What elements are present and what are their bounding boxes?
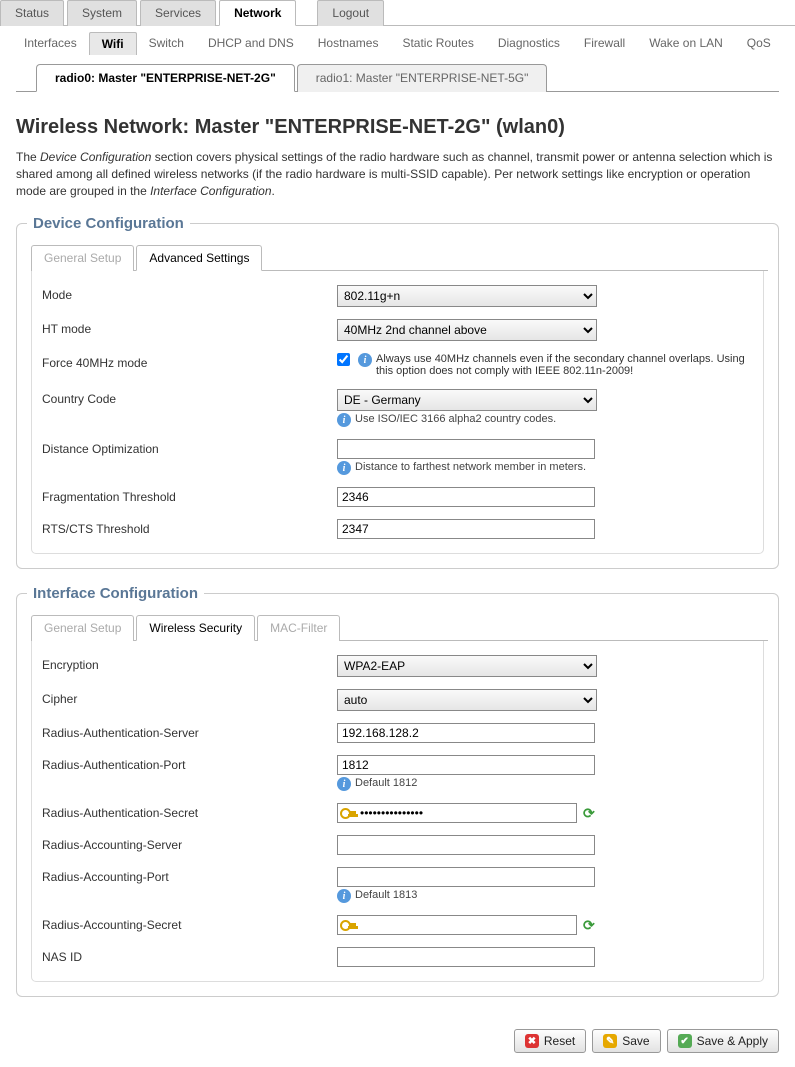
subtab-interfaces[interactable]: Interfaces	[12, 32, 89, 55]
input-authserver[interactable]	[337, 723, 595, 743]
label-acctserver: Radius-Accounting-Server	[42, 835, 337, 852]
label-rts: RTS/CTS Threshold	[42, 519, 337, 536]
select-mode[interactable]: 802.11g+n	[337, 285, 597, 307]
input-nasid[interactable]	[337, 947, 595, 967]
interface-tab-general[interactable]: General Setup	[31, 615, 134, 641]
interface-tab-mac[interactable]: MAC-Filter	[257, 615, 340, 641]
label-force40: Force 40MHz mode	[42, 353, 337, 370]
radio-tab-0[interactable]: radio0: Master "ENTERPRISE-NET-2G"	[36, 64, 295, 92]
interface-tab-security[interactable]: Wireless Security	[136, 615, 255, 641]
device-inner-tabs: General Setup Advanced Settings	[31, 244, 768, 271]
tab-logout[interactable]: Logout	[317, 0, 384, 26]
subtab-wol[interactable]: Wake on LAN	[637, 32, 735, 55]
input-rts[interactable]	[337, 519, 595, 539]
reveal-icon[interactable]: ⟳	[583, 917, 595, 934]
save-button[interactable]: ✎Save	[592, 1029, 660, 1053]
select-cipher[interactable]: auto	[337, 689, 597, 711]
device-tab-general[interactable]: General Setup	[31, 245, 134, 271]
reveal-icon[interactable]: ⟳	[583, 805, 595, 822]
tab-status[interactable]: Status	[0, 0, 64, 26]
input-acctsecret[interactable]	[337, 915, 577, 935]
subtab-dhcp[interactable]: DHCP and DNS	[196, 32, 306, 55]
device-configuration-fieldset: Device Configuration General Setup Advan…	[16, 215, 779, 569]
label-authsecret: Radius-Authentication-Secret	[42, 803, 337, 820]
label-acctsecret: Radius-Accounting-Secret	[42, 915, 337, 932]
input-authport[interactable]	[337, 755, 595, 775]
hint-authport: Default 1812	[355, 777, 417, 789]
key-icon	[340, 917, 356, 933]
label-country: Country Code	[42, 389, 337, 406]
radio-tabs: radio0: Master "ENTERPRISE-NET-2G" radio…	[16, 63, 779, 92]
info-icon: i	[358, 353, 372, 367]
label-cipher: Cipher	[42, 689, 337, 706]
hint-country: Use ISO/IEC 3166 alpha2 country codes.	[355, 413, 556, 425]
sub-tabs: Interfaces Wifi Switch DHCP and DNS Host…	[0, 26, 795, 55]
action-buttons: ✖Reset ✎Save ✔Save & Apply	[0, 1025, 795, 1067]
reset-icon: ✖	[525, 1034, 539, 1048]
hint-distance: Distance to farthest network member in m…	[355, 461, 586, 473]
label-distance: Distance Optimization	[42, 439, 337, 456]
info-icon: i	[337, 413, 351, 427]
tab-system[interactable]: System	[67, 0, 137, 26]
select-encryption[interactable]: WPA2-EAP	[337, 655, 597, 677]
label-authport: Radius-Authentication-Port	[42, 755, 337, 772]
label-frag: Fragmentation Threshold	[42, 487, 337, 504]
subtab-switch[interactable]: Switch	[137, 32, 196, 55]
input-authsecret[interactable]	[337, 803, 577, 823]
interface-configuration-legend: Interface Configuration	[27, 585, 204, 602]
label-acctport: Radius-Accounting-Port	[42, 867, 337, 884]
subtab-diagnostics[interactable]: Diagnostics	[486, 32, 572, 55]
subtab-firewall[interactable]: Firewall	[572, 32, 637, 55]
radio-tab-1[interactable]: radio1: Master "ENTERPRISE-NET-5G"	[297, 64, 548, 92]
device-tab-advanced[interactable]: Advanced Settings	[136, 245, 262, 271]
info-icon: i	[337, 777, 351, 791]
tab-network[interactable]: Network	[219, 0, 296, 26]
subtab-wifi[interactable]: Wifi	[89, 32, 137, 55]
interface-inner-tabs: General Setup Wireless Security MAC-Filt…	[31, 614, 768, 641]
hint-force40: Always use 40MHz channels even if the se…	[376, 353, 753, 377]
label-nasid: NAS ID	[42, 947, 337, 964]
input-frag[interactable]	[337, 487, 595, 507]
info-icon: i	[337, 461, 351, 475]
page-title: Wireless Network: Master "ENTERPRISE-NET…	[16, 116, 779, 139]
info-icon: i	[337, 889, 351, 903]
subtab-staticroutes[interactable]: Static Routes	[390, 32, 485, 55]
label-authserver: Radius-Authentication-Server	[42, 723, 337, 740]
label-encryption: Encryption	[42, 655, 337, 672]
label-htmode: HT mode	[42, 319, 337, 336]
subtab-hostnames[interactable]: Hostnames	[306, 32, 391, 55]
subtab-qos[interactable]: QoS	[735, 32, 783, 55]
input-acctserver[interactable]	[337, 835, 595, 855]
hint-acctport: Default 1813	[355, 889, 417, 901]
input-distance[interactable]	[337, 439, 595, 459]
tab-services[interactable]: Services	[140, 0, 216, 26]
reset-button[interactable]: ✖Reset	[514, 1029, 586, 1053]
main-tabs: Status System Services Network Logout	[0, 0, 795, 26]
apply-icon: ✔	[678, 1034, 692, 1048]
checkbox-force40[interactable]	[337, 353, 350, 366]
input-acctport[interactable]	[337, 867, 595, 887]
save-apply-button[interactable]: ✔Save & Apply	[667, 1029, 779, 1053]
interface-configuration-fieldset: Interface Configuration General Setup Wi…	[16, 585, 779, 997]
device-configuration-legend: Device Configuration	[27, 215, 190, 232]
key-icon	[340, 805, 356, 821]
save-icon: ✎	[603, 1034, 617, 1048]
label-mode: Mode	[42, 285, 337, 302]
page-description: The Device Configuration section covers …	[16, 149, 779, 199]
select-country[interactable]: DE - Germany	[337, 389, 597, 411]
select-htmode[interactable]: 40MHz 2nd channel above	[337, 319, 597, 341]
